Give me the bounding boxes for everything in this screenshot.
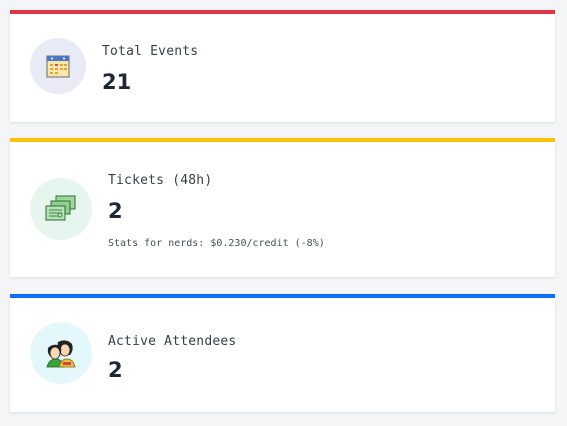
stat-value: 2 [108, 358, 123, 382]
stat-label: Tickets (48h) [108, 173, 213, 188]
stat-value: 21 [102, 70, 132, 94]
stat-icon-wrapper [30, 38, 86, 94]
stats-panel: Total Events 21 Tickets (48h) 2 Stats fo… [0, 0, 567, 426]
stat-label: Total Events [102, 44, 199, 59]
calendar-icon [46, 55, 70, 78]
stat-label: Active Attendees [108, 334, 237, 349]
tickets-icon [45, 195, 76, 221]
stat-subtext: Stats for nerds: $0.230/credit (-8%) [108, 238, 325, 249]
stat-icon-wrapper [30, 178, 92, 240]
stat-value: 2 [108, 199, 123, 223]
stat-icon-wrapper [30, 322, 92, 384]
attendees-icon [46, 340, 76, 368]
stat-card-active-attendees: Active Attendees 2 [10, 294, 555, 412]
stat-card-total-events: Total Events 21 [10, 10, 555, 122]
stat-card-tickets: Tickets (48h) 2 Stats for nerds: $0.230/… [10, 138, 555, 277]
